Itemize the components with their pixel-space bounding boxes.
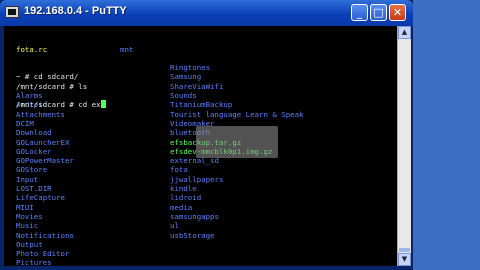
- terminal-line: lidroid: [170, 193, 202, 203]
- terminal-line: ul: [170, 221, 179, 231]
- prompt-text: /mnt/sdcard # cd ex: [16, 100, 101, 110]
- terminal-line: GOLocker: [16, 146, 52, 156]
- terminal-line: Samsung: [170, 72, 202, 82]
- scroll-thumb[interactable]: [399, 248, 410, 252]
- terminal-line: Alarms: [16, 91, 43, 101]
- terminal-line: jjwallpapers: [170, 174, 224, 184]
- putty-window[interactable]: 192.168.0.4 - PuTTY _ □ ✕ fota.rc ~ # cd…: [0, 0, 413, 270]
- terminal-line: Ringtones: [170, 63, 211, 73]
- vertical-scrollbar[interactable]: ▲ ▼: [397, 26, 411, 266]
- putty-icon[interactable]: [5, 6, 19, 18]
- terminal-line: DCIM: [16, 118, 34, 128]
- terminal-line: Notifications: [16, 230, 74, 240]
- terminal-line: LOST.DIR: [16, 184, 52, 194]
- terminal-line: ShareViaWifi: [170, 81, 224, 91]
- terminal-line: fota.rc: [16, 44, 48, 54]
- terminal-line: Download: [16, 128, 52, 138]
- terminal-line: Music: [16, 221, 39, 231]
- scroll-down-button[interactable]: ▼: [398, 253, 411, 266]
- terminal-line: GOPowerMaster: [16, 156, 74, 166]
- terminal-line: Pictures: [16, 258, 52, 266]
- terminal-line: kindle: [170, 184, 197, 194]
- terminal-line: Attachments: [16, 109, 65, 119]
- close-button[interactable]: ✕: [389, 4, 406, 21]
- hover-overlay: [196, 126, 278, 158]
- terminal-line: Movies: [16, 211, 43, 221]
- terminal-line: MIUI: [16, 202, 34, 212]
- title-bar[interactable]: 192.168.0.4 - PuTTY _ □ ✕: [0, 0, 413, 26]
- terminal-line: LifeCapture: [16, 193, 65, 203]
- terminal-line: usbStorage: [170, 230, 215, 240]
- terminal-line: GOLauncherEX: [16, 137, 70, 147]
- terminal-area[interactable]: fota.rc ~ # cd sdcard//mnt/sdcard # ls Al…: [4, 26, 397, 266]
- maximize-button[interactable]: □: [370, 4, 387, 21]
- terminal-right-column: Ringtones Samsung ShareViaWifi Sounds Titani…: [170, 45, 304, 239]
- terminal-line: TitaniumBackup: [170, 100, 233, 110]
- terminal-line: /mnt/sdcard # ls: [16, 81, 88, 91]
- terminal-line: samsungapps: [170, 211, 219, 221]
- terminal-cursor: [100, 100, 106, 109]
- minimize-button[interactable]: _: [351, 4, 368, 21]
- terminal-left-column: fota.rc ~ # cd sdcard//mnt/sdcard # ls Al…: [16, 26, 106, 266]
- terminal-line: ~ # cd sdcard/: [16, 72, 79, 82]
- terminal-line: Sounds: [170, 91, 197, 101]
- terminal-prompt-line: /mnt/sdcard # cd ex: [16, 100, 106, 109]
- terminal-line: GOStore: [16, 165, 48, 175]
- terminal-line: Input: [16, 174, 39, 184]
- terminal-line: Output: [16, 239, 43, 249]
- terminal-line: media: [170, 202, 193, 212]
- terminal-line: Photo Editor: [16, 249, 70, 259]
- terminal-line: mnt: [120, 44, 134, 54]
- terminal-line: fota: [170, 165, 188, 175]
- scroll-up-button[interactable]: ▲: [398, 26, 411, 39]
- window-title: 192.168.0.4 - PuTTY: [24, 5, 127, 17]
- terminal-line: Tourist language Learn & Speak: [170, 109, 304, 119]
- terminal-mid-column: mnt: [120, 26, 147, 72]
